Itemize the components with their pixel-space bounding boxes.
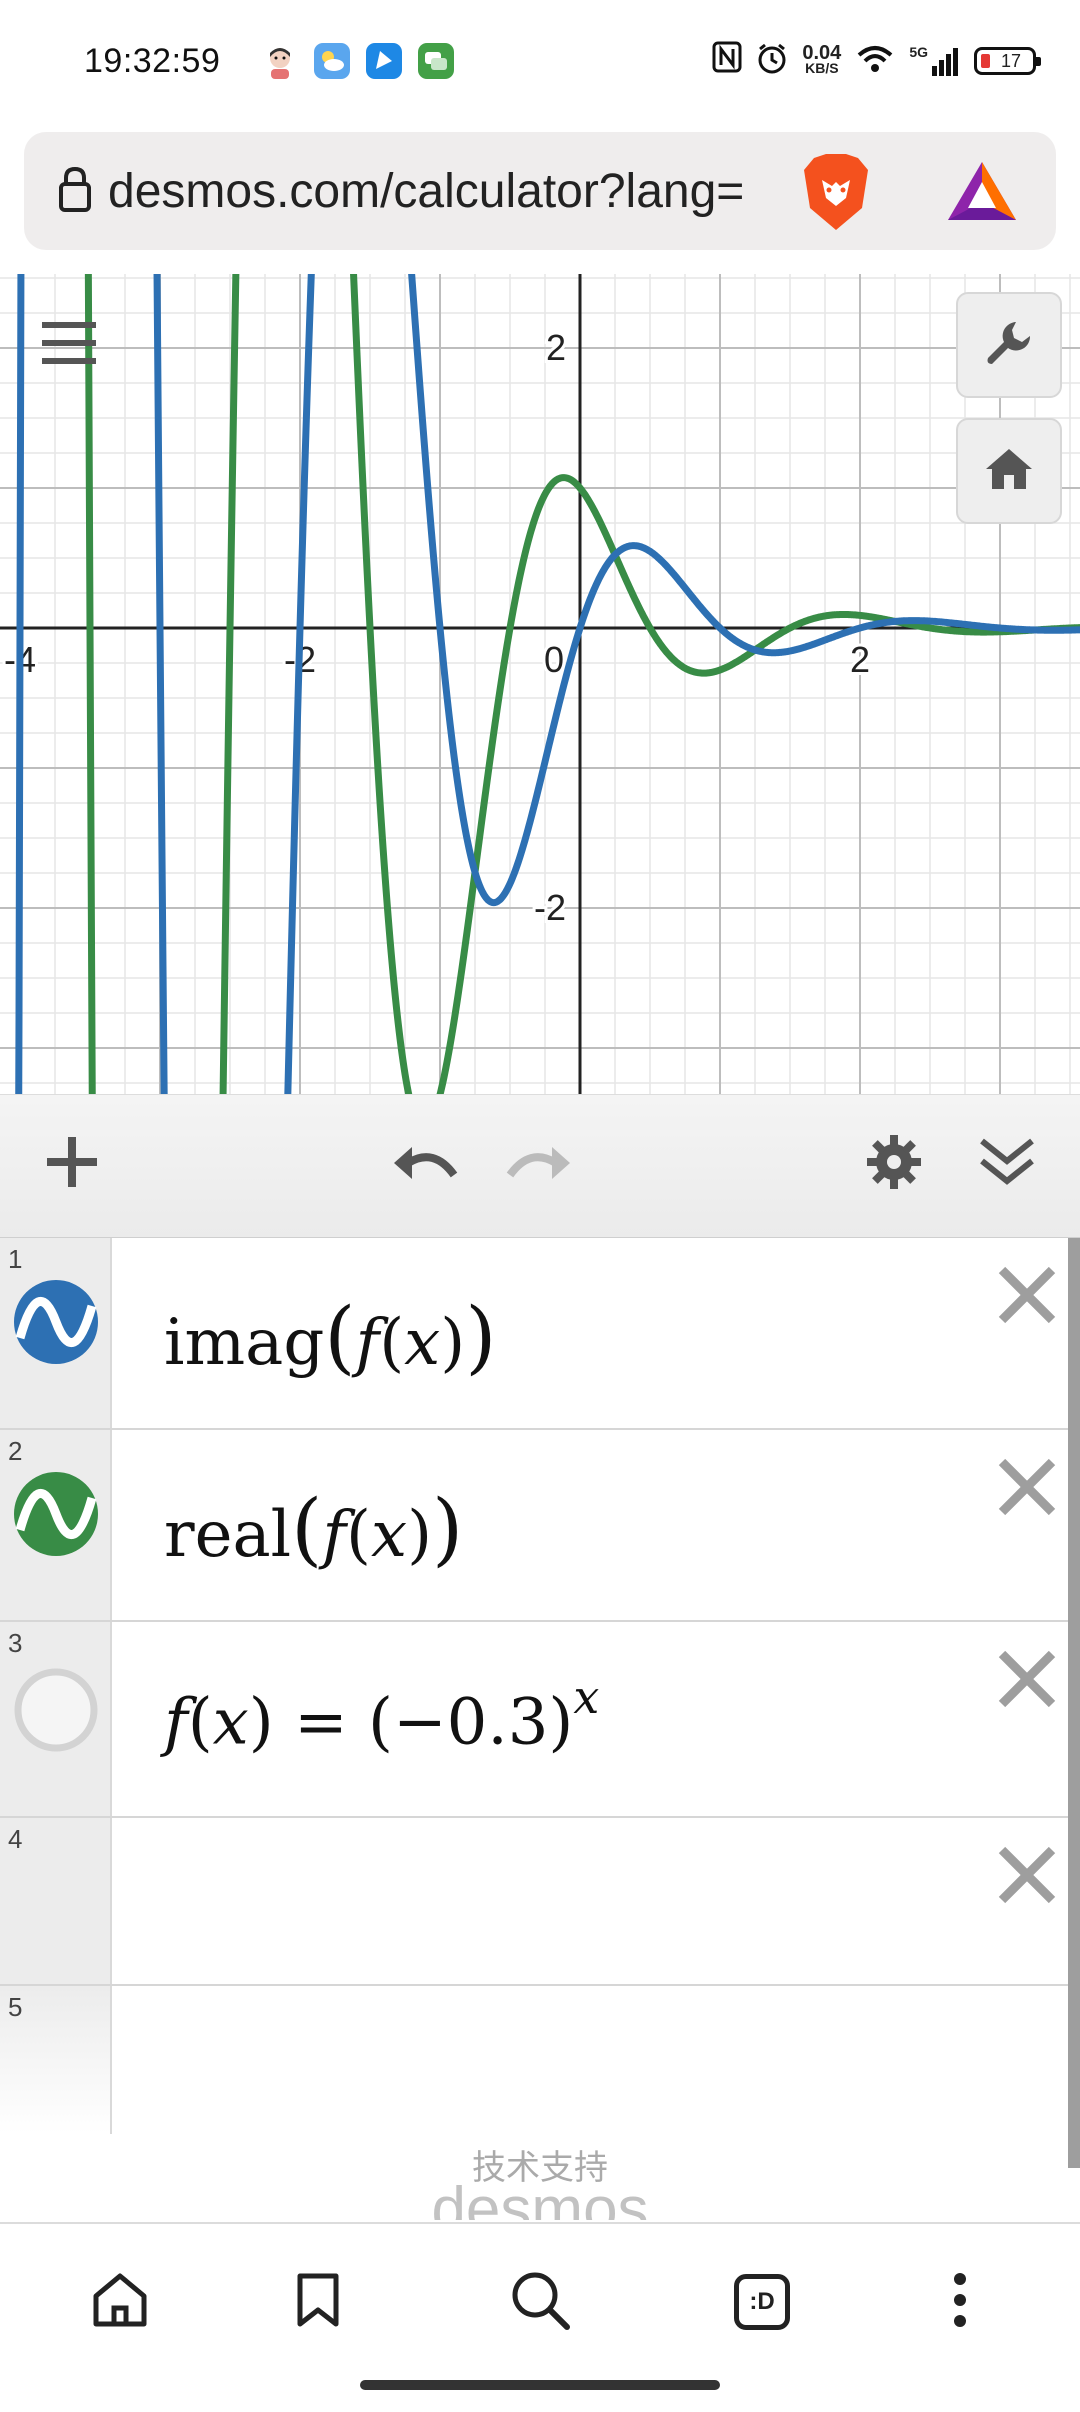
imag-curve — [15, 274, 1080, 1094]
x-tick-label: 2 — [850, 639, 870, 680]
network-type: 5G — [909, 44, 928, 60]
battery-icon: 17 — [974, 47, 1041, 75]
bookmarks-button[interactable] — [278, 2262, 358, 2342]
default-viewport-button[interactable] — [956, 418, 1062, 524]
delete-expression-icon[interactable] — [992, 1260, 1062, 1330]
graph-canvas[interactable]: -4 -2 0 2 2 -2 — [0, 274, 1080, 1094]
graph-settings-button[interactable] — [956, 292, 1062, 398]
real-curve-toggle-icon[interactable] — [12, 1470, 100, 1563]
redo-button[interactable] — [502, 1128, 578, 1200]
hidden-expression-toggle-icon[interactable] — [12, 1666, 100, 1759]
avatar-notification-icon — [262, 43, 298, 79]
cell-signal-icon: 5G — [909, 44, 960, 76]
search-button[interactable] — [500, 2262, 580, 2342]
expression-text[interactable]: imag(f(x)) — [164, 1290, 496, 1383]
row-number: 2 — [8, 1436, 23, 1466]
expression-row-3[interactable]: 3 f(x) = (−0.3)x — [0, 1622, 1068, 1818]
alarm-icon — [756, 43, 788, 80]
brave-shields-icon[interactable] — [800, 152, 872, 237]
tabs-button[interactable]: :D — [722, 2262, 802, 2342]
expression-gutter: 1 — [0, 1238, 112, 1428]
expression-row-2[interactable]: 2 real(f(x)) — [0, 1430, 1068, 1622]
net-speed-unit: KB/S — [805, 60, 839, 76]
redo-icon — [506, 1139, 574, 1190]
expression-row-4[interactable]: 4 — [0, 1818, 1068, 1986]
delete-expression-icon[interactable] — [992, 1840, 1062, 1910]
home-button[interactable] — [80, 2262, 160, 2342]
net-speed-value: 0.04 — [802, 42, 842, 64]
gesture-bar — [360, 2380, 720, 2390]
undo-icon — [390, 1139, 458, 1190]
home-icon — [984, 447, 1034, 496]
app-notification-icon — [366, 43, 402, 79]
expression-gutter: 4 — [0, 1818, 112, 1984]
weather-notification-icon — [314, 43, 350, 79]
hamburger-menu-icon[interactable] — [42, 318, 96, 373]
y-tick-label: 2 — [546, 327, 566, 368]
expression-row-1[interactable]: 1 imag(f(x)) — [0, 1238, 1068, 1430]
x-tick-label: 0 — [544, 639, 564, 680]
plus-icon — [45, 1135, 99, 1194]
expression-gutter: 5 — [0, 1986, 112, 2134]
search-icon — [509, 2269, 571, 2336]
battery-level: 17 — [1000, 50, 1022, 71]
delete-expression-icon[interactable] — [992, 1644, 1062, 1714]
home-icon — [90, 2272, 150, 2333]
tabs-icon: :D — [734, 2274, 790, 2330]
bookmark-icon — [296, 2272, 340, 2333]
expression-row-5[interactable]: 5 — [0, 1986, 1068, 2134]
row-number: 1 — [8, 1244, 23, 1274]
settings-button[interactable] — [858, 1128, 930, 1200]
nfc-icon — [712, 41, 742, 81]
more-icon — [952, 2272, 968, 2333]
expression-list-scrollbar[interactable] — [1068, 1238, 1080, 2168]
expression-gutter: 3 — [0, 1622, 112, 1816]
double-chevron-down-icon — [978, 1135, 1036, 1194]
desmos-logo[interactable]: desmos — [0, 2174, 1080, 2220]
messages-notification-icon — [418, 43, 454, 79]
url-text[interactable]: desmos.com/calculator?lang= — [108, 164, 768, 219]
network-speed: 0.04 KB/S — [802, 42, 842, 76]
expression-text[interactable]: real(f(x)) — [164, 1482, 463, 1575]
wifi-icon — [855, 43, 895, 80]
collapse-list-button[interactable] — [970, 1128, 1044, 1200]
brave-rewards-icon[interactable] — [946, 158, 1018, 229]
imag-curve-toggle-icon[interactable] — [12, 1278, 100, 1371]
row-number: 4 — [8, 1824, 23, 1854]
lock-icon[interactable] — [58, 166, 92, 217]
undo-button[interactable] — [386, 1128, 462, 1200]
status-time: 19:32:59 — [84, 42, 221, 80]
more-menu-button[interactable] — [920, 2262, 1000, 2342]
wrench-icon — [982, 316, 1036, 375]
expression-list: 1 imag(f(x)) 2 real(f(x)) 3 f(x) = (−0.3… — [0, 1238, 1068, 2134]
expression-text[interactable]: f(x) = (−0.3)x — [164, 1670, 599, 1759]
expression-gutter: 2 — [0, 1430, 112, 1620]
system-icons: 0.04 KB/S 5G 17 — [712, 38, 1041, 84]
row-number: 5 — [8, 1992, 23, 2022]
row-number: 3 — [8, 1628, 23, 1658]
gear-icon — [865, 1133, 923, 1196]
add-item-button[interactable] — [36, 1128, 108, 1200]
y-tick-label: -2 — [534, 887, 566, 928]
delete-expression-icon[interactable] — [992, 1452, 1062, 1522]
